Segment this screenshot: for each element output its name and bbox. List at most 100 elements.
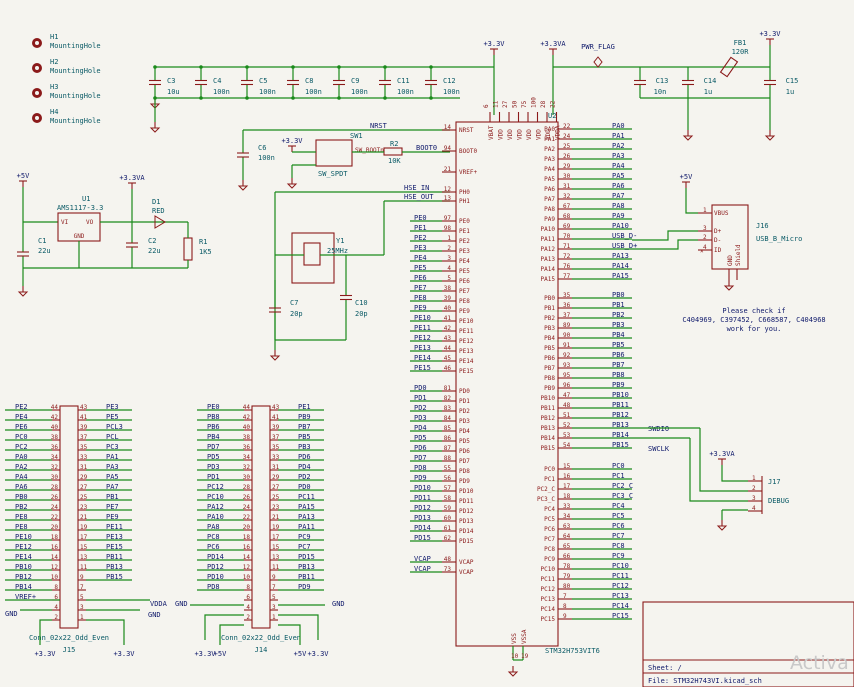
mcu-pin-name: PC6 [544, 526, 555, 533]
mcu-pin-number: 29 [563, 163, 571, 170]
mcu-pin-name: PD9 [459, 478, 470, 485]
net-label: USB_D- [612, 232, 637, 240]
gnd-icon [286, 183, 298, 189]
usb-pin-number: 3 [703, 225, 707, 232]
wire [632, 239, 698, 250]
mcu-pin-name: PB6 [544, 355, 555, 362]
mounting-hole-ref: H4 [50, 108, 58, 116]
usb-pin-name: GND [727, 255, 734, 266]
net-label: PA15 [612, 272, 629, 280]
mcu-pin-name: PE3 [459, 248, 470, 255]
header-net-label: PE8 [15, 513, 28, 521]
mcu-pin-number: 10 [511, 653, 519, 660]
net-label: PC11 [612, 572, 629, 580]
header-net-label: PB15 [106, 573, 123, 581]
net-label: PA8 [612, 202, 625, 210]
power-label: +3.3V [34, 650, 56, 658]
cap-value: 20p [290, 310, 303, 318]
cap-ref: C13 [656, 77, 669, 85]
header-pin-number: 1 [80, 614, 84, 621]
gnd-label: GND [5, 610, 18, 618]
header-net-label: PB7 [298, 423, 311, 431]
mcu-pin-number: 48 [563, 402, 571, 409]
nrst-label: NRST [370, 122, 388, 130]
cap-value: 10n [654, 88, 667, 96]
header-pin-number: 5 [80, 594, 84, 601]
header-net-label: PD1 [207, 473, 220, 481]
reg-pin: VO [86, 219, 94, 226]
header-net-label: PD6 [298, 453, 311, 461]
net-label: PD1 [414, 394, 427, 402]
mcu-pin-name: PA1 [544, 136, 555, 143]
header-pin-number: 3 [272, 604, 276, 611]
mcu-pin-name: PC14 [541, 606, 556, 613]
header-pin-number: 1 [272, 614, 276, 621]
net-label: PB5 [612, 341, 625, 349]
mcu-pin-number: 70 [563, 233, 571, 240]
net-label: PA2 [612, 142, 625, 150]
usb-pin-name: Shield [735, 244, 742, 266]
mcu-pin-number: 56 [444, 475, 452, 482]
mcu-pin-number: 15 [563, 463, 571, 470]
mcu-pin-number: 5 [447, 275, 451, 282]
net-label: PE5 [414, 264, 427, 272]
net-label: PB2 [612, 311, 625, 319]
net-label: PB15 [612, 441, 629, 449]
cap-ref: C12 [443, 77, 456, 85]
mcu-pin-number: 34 [563, 513, 571, 520]
mcu-pin-number: 53 [563, 432, 571, 439]
mcu-pin-number: 58 [444, 495, 452, 502]
crystal-value: 25MHz [327, 247, 348, 255]
schematic-canvas[interactable]: H1MountingHoleH2MountingHoleH3MountingHo… [0, 0, 854, 687]
mcu-pin-name: VDD [498, 129, 505, 140]
mcu-pin-name: PB8 [544, 375, 555, 382]
mcu-pin-number: 22 [550, 100, 557, 108]
mcu-pin-name: PB15 [541, 445, 556, 452]
net-label: PB0 [612, 291, 625, 299]
gnd-icon [149, 127, 161, 133]
header-net-label: PE1 [298, 403, 311, 411]
mcu-pin-name: PD7 [459, 458, 470, 465]
j15-body [59, 405, 79, 629]
gnd-icon [237, 185, 249, 191]
mounting-hole-value: MountingHole [50, 67, 101, 75]
mcu-pin-name: PC7 [544, 536, 555, 543]
net-label: PD3 [414, 414, 427, 422]
header-pin-number: 2 [54, 614, 58, 621]
net-label: PE7 [414, 284, 427, 292]
swd-pin-number: 4 [752, 505, 756, 512]
vdda-label: VDDA [150, 600, 168, 608]
led-value: RED [152, 207, 165, 215]
cap-value: 100n [305, 88, 322, 96]
mcu-pin-number: 18 [563, 493, 571, 500]
net-label: PE6 [414, 274, 427, 282]
cap-ref: C3 [167, 77, 175, 85]
mcu-pin-number: 33 [563, 503, 571, 510]
net-label: PE4 [414, 254, 427, 262]
mcu-pin-number: 55 [444, 465, 452, 472]
header-net-label: PB13 [298, 563, 315, 571]
net-label: PE10 [414, 314, 431, 322]
j14-ref: J14 [255, 646, 268, 654]
regulator-ref: U1 [82, 195, 90, 203]
mcu-pin-name: PD12 [459, 508, 474, 515]
net-label: PE0 [414, 214, 427, 222]
cap-value: 100n [213, 88, 230, 96]
header-pin-number: 4 [54, 604, 58, 611]
mcu-pin-number: 46 [444, 365, 452, 372]
cap-value: 100n [259, 88, 276, 96]
mcu-pin-name: PC3_C [537, 496, 555, 503]
mcu-pin-number: 92 [563, 352, 571, 359]
mcu-pin-name: PB2 [544, 315, 555, 322]
mcu-pin-number: 95 [563, 372, 571, 379]
wire [721, 465, 748, 482]
mcu-pin-number: 12 [444, 186, 452, 193]
mcu-pin-number: 11 [493, 100, 500, 108]
usb-pin-number: 2 [703, 234, 707, 241]
header-net-label: VREF+ [15, 593, 36, 601]
mcu-pin-number: 87 [444, 445, 452, 452]
gnd-icon [682, 135, 694, 141]
mcu-pin-name: VDD [536, 129, 543, 140]
header-pin-number: 7 [272, 584, 276, 591]
mcu-pin-number: 31 [563, 183, 571, 190]
